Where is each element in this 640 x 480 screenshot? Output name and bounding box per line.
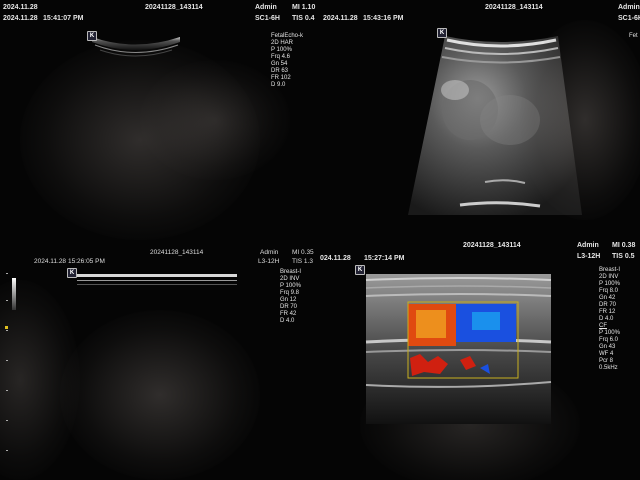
header-probe: L3-12H: [258, 258, 280, 265]
depth-tick: [6, 273, 8, 274]
param: P 100%: [280, 283, 301, 289]
cf-param: WF 4: [599, 351, 614, 357]
param: P 100%: [271, 47, 292, 53]
param: DR 70: [280, 304, 298, 310]
breast-linear-image: [77, 274, 237, 285]
header-operator: Admin: [618, 4, 640, 11]
header-probe: L3-12H: [577, 253, 601, 260]
panel-fetal-echo: 2024.11.28 2024.11.28 15:41:07 PM 202411…: [0, 0, 320, 240]
param: D 9.0: [271, 82, 286, 88]
cf-param: Gn 43: [599, 344, 616, 350]
param: D 4.0: [599, 316, 614, 322]
param: D 4.0: [280, 318, 295, 324]
header-id: 20241128_143114: [485, 4, 543, 11]
cf-param: Pcr 8: [599, 358, 614, 364]
param: Frq 8.0: [599, 288, 619, 294]
preset-name: FetalEcho-k: [271, 33, 304, 39]
header-probe: SC1-6H: [255, 15, 280, 22]
header-time: 15:26:05 PM: [68, 258, 105, 265]
header-operator: Admin: [260, 249, 279, 256]
header-date: 2024.11.28: [34, 258, 67, 265]
param: 2D HAR: [271, 40, 294, 46]
header-date: 024.11.28: [320, 255, 351, 262]
header-id: 20241128_143114: [463, 242, 521, 249]
param: Gn 12: [280, 297, 297, 303]
depth-tick: [6, 300, 8, 301]
param: 2D INV: [280, 276, 300, 282]
param: FR 12: [599, 309, 616, 315]
param: FR 102: [271, 75, 291, 81]
param: Frq 4.6: [271, 54, 291, 60]
header-id: 20241128_143114: [150, 249, 204, 256]
header-id: 20241128_143114: [145, 4, 203, 11]
cf-param: 0.5kHz: [599, 365, 618, 371]
header-time: 15:41:07 PM: [43, 15, 84, 22]
param-block: Breast-I 2D INV P 100% Frq 9.8 Gn 12 DR …: [280, 269, 301, 325]
depth-tick: [6, 420, 8, 421]
header-time: 15:43:16 PM: [363, 15, 404, 22]
header-time: 15:27:14 PM: [364, 255, 405, 262]
depth-tick: [6, 450, 8, 451]
header-tis: TIS 0.4: [292, 15, 315, 22]
breast-color-image: [365, 274, 552, 424]
param: DR 63: [271, 68, 289, 74]
param-block: Breast-I 2D INV P 100% Frq 8.0 Gn 42 DR …: [599, 267, 620, 372]
cf-param: Frq 6.0: [599, 337, 619, 343]
header-date: 2024.11.28: [3, 4, 38, 11]
preset-name: Fet: [629, 33, 638, 39]
panel-breast-linear: 2024.11.28 15:26:05 PM 20241128_143114 A…: [0, 240, 320, 480]
screen-glare: [520, 20, 640, 220]
param: DR 70: [599, 302, 617, 308]
header-mi: MI 0.35: [292, 249, 314, 256]
orientation-marker: K: [67, 268, 77, 278]
header-mi: MI 0.38: [612, 242, 636, 249]
header-operator: Admin: [255, 4, 277, 11]
header-operator: Admin: [577, 242, 599, 249]
header-tis: TIS 0.5: [612, 253, 635, 260]
cf-param: P 100%: [599, 330, 620, 336]
panel-abdominal: 2024.11.28 15:43:16 PM 20241128_143114 A…: [320, 0, 640, 240]
param: 2D INV: [599, 274, 619, 280]
param: Gn 54: [271, 61, 288, 67]
depth-tick: [6, 330, 8, 331]
param: FR 42: [280, 311, 297, 317]
orientation-marker: K: [355, 265, 365, 275]
param: P 100%: [599, 281, 620, 287]
orientation-marker: K: [87, 31, 97, 41]
focus-marker: [5, 326, 8, 329]
header-tis: TIS 1.3: [292, 258, 313, 265]
preset-name: Breast-I: [280, 269, 302, 275]
depth-tick: [6, 390, 8, 391]
preset-name: Breast-I: [599, 267, 621, 273]
param: Gn 42: [599, 295, 616, 301]
param: Frq 9.8: [280, 290, 300, 296]
panel-breast-color: 024.11.28 15:27:14 PM 20241128_143114 Ad…: [320, 240, 640, 480]
header-date: 2024.11.28: [3, 15, 38, 22]
orientation-marker: K: [437, 28, 447, 38]
cf-label: CF: [599, 323, 607, 329]
grayscale-bar: [12, 278, 16, 310]
depth-tick: [6, 360, 8, 361]
param-block: FetalEcho-k 2D HAR P 100% Frq 4.6 Gn 54 …: [271, 33, 303, 89]
header-date: 2024.11.28: [323, 15, 358, 22]
header-mi: MI 1.10: [292, 4, 316, 11]
header-probe: SC1-6H: [618, 15, 640, 22]
